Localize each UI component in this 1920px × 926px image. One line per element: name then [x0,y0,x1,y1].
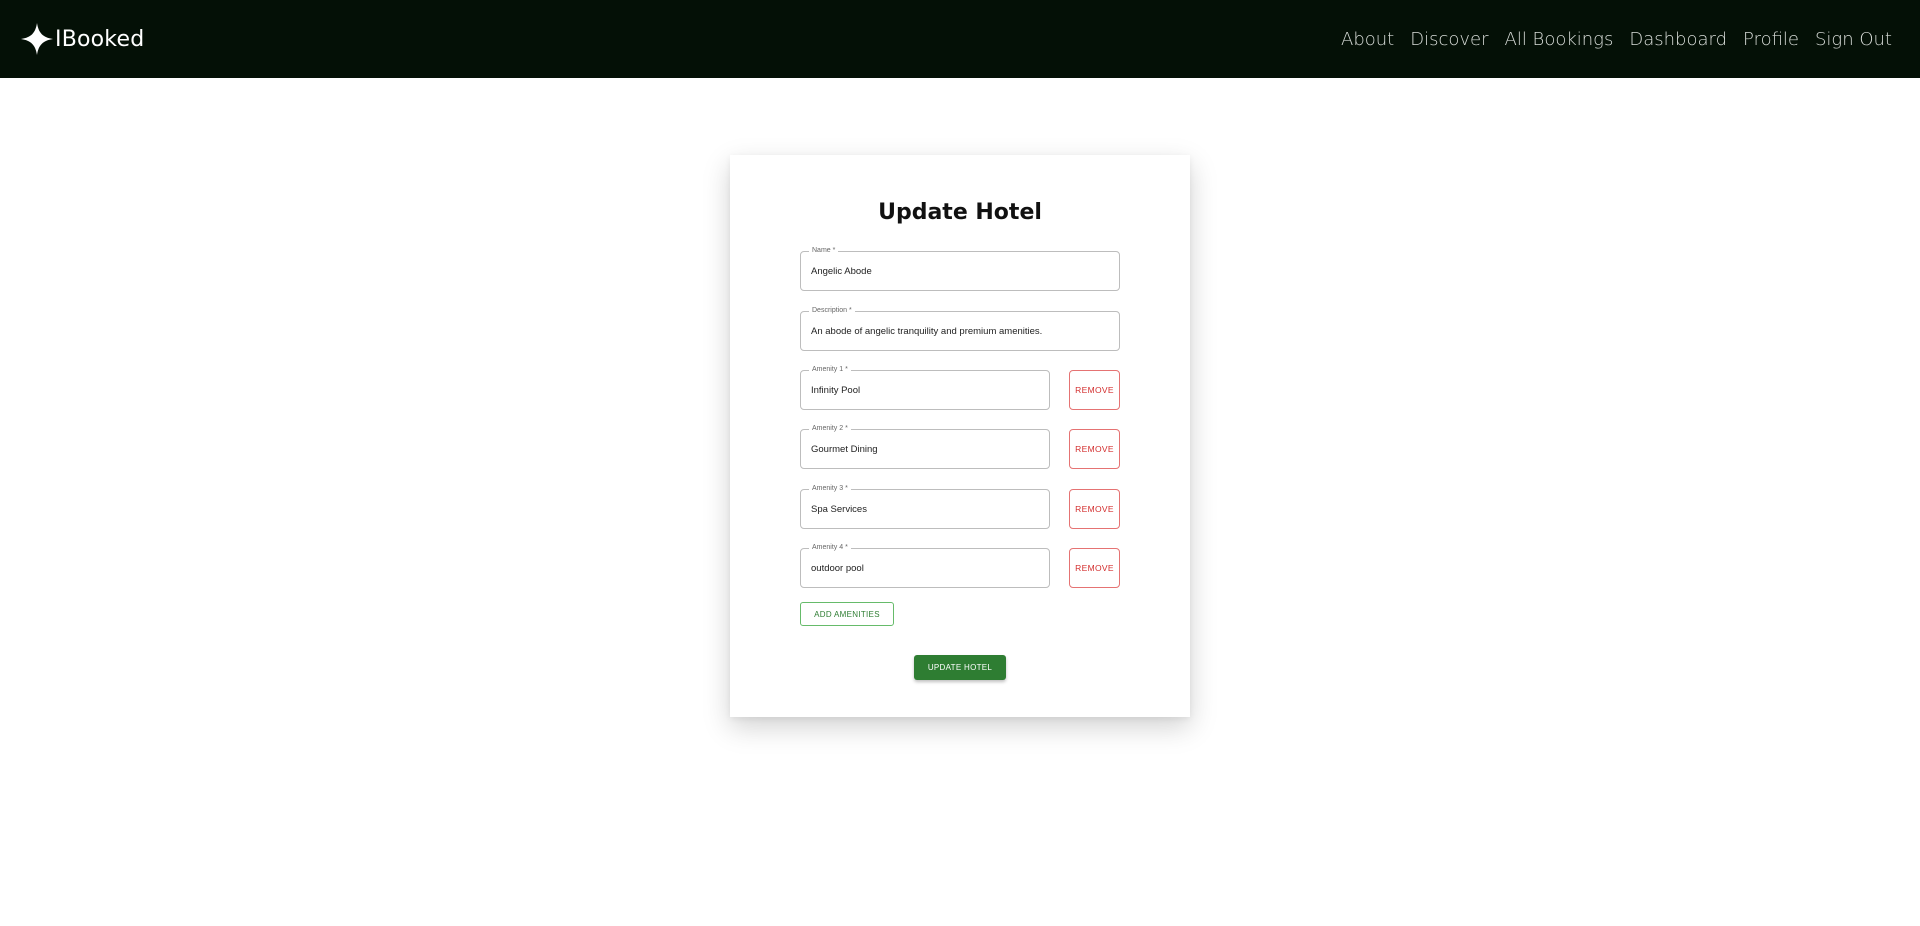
amenity-2-input[interactable] [811,430,1039,468]
update-hotel-button[interactable]: UPDATE HOTEL [914,655,1006,680]
amenity-1-field: Amenity 1 * [800,365,1050,410]
amenity-4-field: Amenity 4 * [800,543,1050,588]
four-point-star-icon [21,23,53,55]
page-title: Update Hotel [878,200,1042,225]
amenity-3-field: Amenity 3 * [800,484,1050,529]
add-amenities-button[interactable]: ADD AMENITIES [800,602,894,626]
name-field: Name * [800,246,1120,291]
nav-link-sign-out[interactable]: Sign Out [1815,29,1892,50]
amenity-1-input[interactable] [811,371,1039,409]
amenity-2-field: Amenity 2 * [800,424,1050,469]
amenity-3-input[interactable] [811,490,1039,528]
brand-logo-link[interactable]: IBooked [20,22,144,56]
top-navbar: IBooked About Discover All Bookings Dash… [0,0,1920,78]
name-input[interactable] [811,252,1109,290]
amenity-4-input[interactable] [811,549,1039,587]
nav-link-discover[interactable]: Discover [1410,29,1488,50]
nav-link-all-bookings[interactable]: All Bookings [1505,29,1614,50]
remove-amenity-1-button[interactable]: REMOVE [1069,370,1120,410]
nav-link-profile[interactable]: Profile [1743,29,1799,50]
nav-links: About Discover All Bookings Dashboard Pr… [1325,29,1892,50]
description-input[interactable] [811,312,1109,350]
description-field: Description * [800,306,1120,351]
nav-link-about[interactable]: About [1341,29,1394,50]
nav-link-dashboard[interactable]: Dashboard [1629,29,1727,50]
remove-amenity-4-button[interactable]: REMOVE [1069,548,1120,588]
update-hotel-card: Update Hotel Name * Description * Amenit… [730,155,1190,717]
remove-amenity-2-button[interactable]: REMOVE [1069,429,1120,469]
remove-amenity-3-button[interactable]: REMOVE [1069,489,1120,529]
brand-name: IBooked [55,26,145,52]
